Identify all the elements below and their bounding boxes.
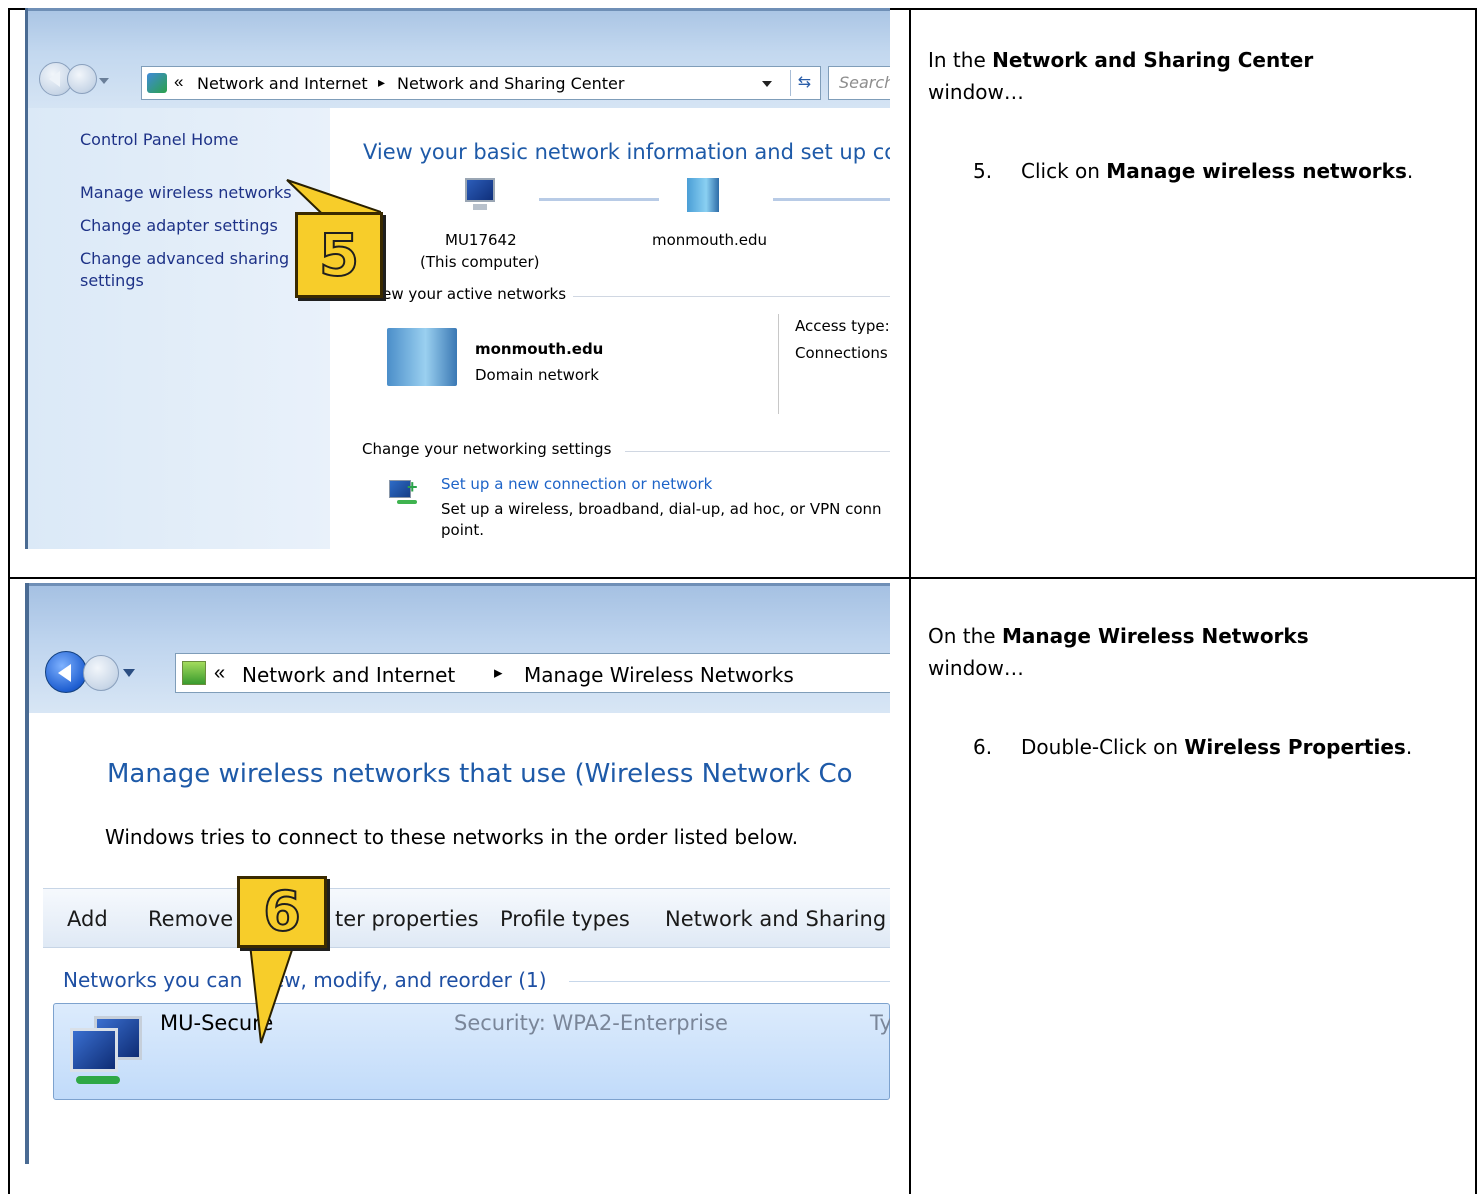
network-list-item-mu-secure[interactable]: MU-Secure Security: WPA2-Enterprise Ty [53, 1003, 890, 1100]
step6-intro: On the Manage Wireless Networks [928, 620, 1458, 652]
change-settings-label: Change your networking settings [362, 440, 612, 458]
breadcrumb-network-sharing-center[interactable]: Network and Sharing Center [397, 74, 624, 93]
table-border-left [8, 8, 10, 1194]
forward-button[interactable] [83, 655, 119, 691]
recent-pages-dropdown-icon[interactable] [123, 669, 135, 677]
wireless-signal-icon [182, 661, 206, 685]
back-arrow-icon [49, 71, 60, 87]
step-6-badge-number: 6 [262, 879, 302, 944]
connection-line-2 [773, 198, 890, 201]
toolbar: Add Remove ter properties Profile types … [43, 888, 890, 948]
active-network-name: monmouth.edu [475, 340, 604, 358]
step5-number: 5. [973, 159, 993, 183]
sidebar-item-change-adapter-settings[interactable]: Change adapter settings [80, 215, 278, 237]
change-settings-divider [625, 451, 890, 452]
step5-intro-after: window… [928, 80, 1024, 104]
connection-line-1 [539, 198, 659, 201]
window-top-edge [25, 583, 890, 586]
computer-subtitle: (This computer) [420, 253, 540, 271]
step6-instruction-before: Double-Click on [1021, 735, 1185, 759]
step6-instruction-after: . [1405, 735, 1413, 759]
callout-pointer [247, 935, 299, 1044]
sidebar-item-change-advanced-sharing-cont[interactable]: settings [80, 270, 144, 292]
breadcrumb-separator-icon[interactable]: ▸ [494, 663, 503, 683]
network-group-header-a: Networks you can [63, 968, 243, 992]
active-network-divider [778, 314, 779, 414]
window-left-edge [25, 583, 29, 1164]
step5-instruction-after: . [1406, 159, 1414, 183]
network-sharing-center-screenshot: « Network and Internet ▸ Network and Sha… [25, 8, 890, 549]
step6-intro-after: window… [928, 656, 1024, 680]
connections-label: Connections [795, 344, 888, 362]
domain-network-building-icon [387, 328, 457, 386]
address-bar[interactable]: « Network and Internet ▸ Manage Wireless… [175, 653, 890, 693]
back-arrow-icon [58, 664, 71, 682]
step-5-badge: 5 [295, 212, 383, 298]
step6-number: 6. [973, 735, 993, 759]
step-6-badge: 6 [237, 876, 327, 948]
new-connection-icon: + [389, 478, 421, 508]
step5-intro: In the Network and Sharing Center [928, 44, 1458, 76]
table-border-middle-vertical [909, 8, 911, 1194]
domain-name: monmouth.edu [652, 231, 768, 249]
step6-instruction-bold: Wireless Properties [1184, 735, 1406, 759]
step5-instruction-before: Click on [1021, 159, 1107, 183]
toolbar-add-button[interactable]: Add [67, 906, 108, 932]
active-networks-label: iew your active networks [378, 285, 567, 303]
back-button[interactable] [45, 651, 87, 693]
forward-button[interactable] [67, 64, 97, 94]
setup-connection-description-cont: point. [441, 521, 485, 539]
computer-icon [459, 178, 499, 214]
toolbar-network-sharing-button[interactable]: Network and Sharing [665, 906, 886, 932]
network-group-header-b: iew, modify, and reorder (1) [266, 968, 547, 992]
step5-instruction: Click on Manage wireless networks. [1021, 155, 1413, 187]
network-security: Security: WPA2-Enterprise [454, 1011, 728, 1035]
refresh-icon[interactable]: ⇆ [790, 70, 818, 96]
address-overflow-chevron[interactable]: « [174, 72, 183, 92]
step5-instruction-bold: Manage wireless networks [1106, 159, 1407, 183]
access-type-label: Access type: [795, 317, 890, 335]
step6-intro-before: On the [928, 624, 1002, 648]
network-group-divider [569, 981, 890, 982]
network-type-column: Ty [870, 1011, 890, 1035]
page-heading: Manage wireless networks that use (Wirel… [107, 759, 853, 789]
table-border-right [1475, 8, 1477, 1194]
wireless-network-profile-icon [70, 1012, 150, 1092]
step6-instruction: Double-Click on Wireless Properties. [1021, 731, 1412, 763]
address-bar[interactable]: « Network and Internet ▸ Network and Sha… [141, 66, 821, 100]
page-heading: View your basic network information and … [363, 140, 890, 164]
search-input[interactable]: Search [828, 66, 890, 100]
breadcrumb-manage-wireless-networks[interactable]: Manage Wireless Networks [524, 663, 794, 687]
task-sidebar [28, 108, 330, 549]
window-chrome [25, 583, 890, 713]
window-top-edge [25, 8, 890, 11]
sidebar-item-manage-wireless-networks[interactable]: Manage wireless networks [80, 182, 292, 204]
step-5-badge-number: 5 [318, 220, 360, 290]
breadcrumb-network-and-internet[interactable]: Network and Internet [197, 74, 368, 93]
page-subtitle: Windows tries to connect to these networ… [105, 825, 799, 849]
active-network-type: Domain network [475, 366, 599, 384]
setup-connection-description: Set up a wireless, broadband, dial-up, a… [441, 500, 882, 518]
active-networks-divider [573, 296, 890, 297]
sidebar-item-change-advanced-sharing[interactable]: Change advanced sharing [80, 248, 289, 270]
step5-intro-bold: Network and Sharing Center [992, 48, 1314, 72]
step6-intro-bold: Manage Wireless Networks [1001, 624, 1309, 648]
address-overflow-chevron[interactable]: « [214, 662, 225, 685]
breadcrumb-separator-icon[interactable]: ▸ [378, 74, 385, 91]
network-globe-icon [147, 73, 167, 93]
network-group-header: Networks you can iew, modify, and reorder… [63, 967, 547, 993]
sidebar-item-control-panel-home[interactable]: Control Panel Home [80, 129, 238, 151]
breadcrumb-network-and-internet[interactable]: Network and Internet [242, 663, 455, 687]
toolbar-adapter-properties-button[interactable]: ter properties [335, 906, 479, 932]
setup-connection-link[interactable]: Set up a new connection or network [441, 474, 712, 495]
toolbar-profile-types-button[interactable]: Profile types [500, 906, 630, 932]
address-dropdown-icon[interactable] [762, 81, 772, 87]
toolbar-remove-button[interactable]: Remove [148, 906, 233, 932]
manage-wireless-networks-screenshot: « Network and Internet ▸ Manage Wireless… [25, 583, 890, 1164]
computer-name: MU17642 [445, 231, 517, 249]
step5-intro-before: In the [928, 48, 993, 72]
domain-network-icon [687, 178, 719, 212]
table-border-row-divider [8, 577, 1477, 579]
recent-pages-dropdown-icon[interactable] [99, 78, 109, 84]
